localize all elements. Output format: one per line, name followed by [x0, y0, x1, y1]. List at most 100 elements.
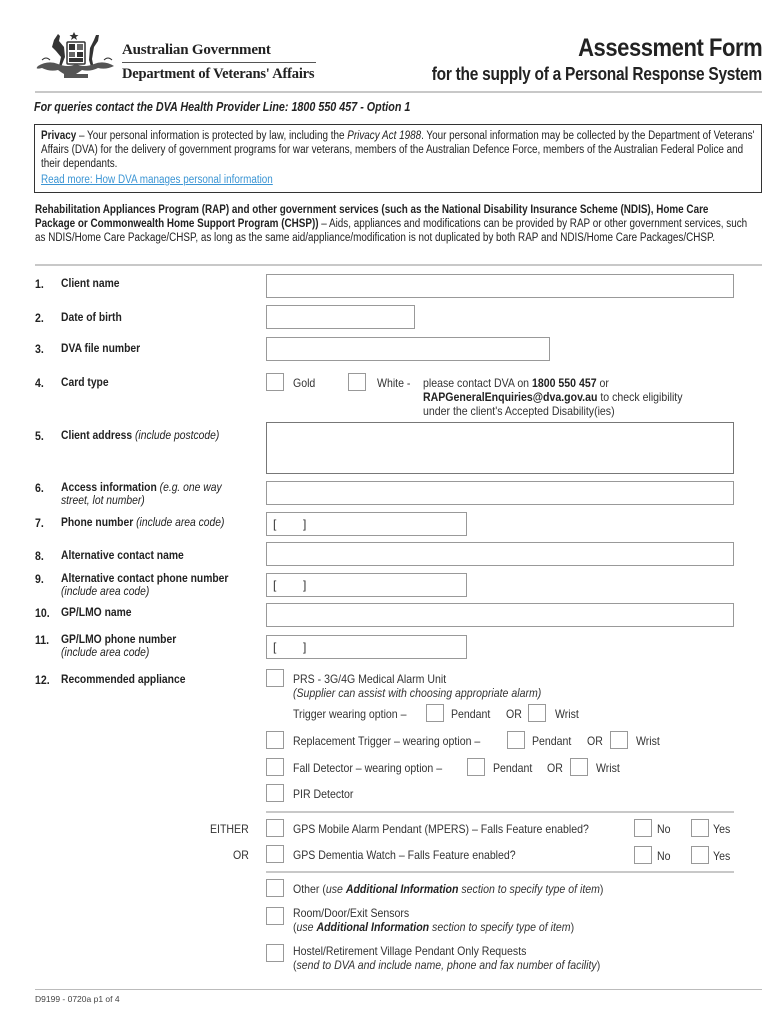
- rap-notice: Rehabilitation Appliances Program (RAP) …: [35, 203, 749, 245]
- q8-label: Alternative contact name: [61, 548, 184, 562]
- gps-watch-label: GPS Dementia Watch – Falls Feature enabl…: [293, 848, 516, 862]
- q9-label: Alternative contact phone number (include…: [61, 571, 229, 598]
- privacy-read-more-link[interactable]: Read more: How DVA manages personal info…: [41, 173, 273, 187]
- q1-label: Client name: [61, 276, 120, 290]
- privacy-notice: Privacy – Your personal information is p…: [34, 124, 762, 193]
- gps-watch-no-label: No: [657, 849, 671, 863]
- trigger-pendant-label: Pendant: [451, 707, 491, 721]
- q1-number: 1.: [35, 277, 44, 291]
- fall-detector-checkbox[interactable]: [266, 758, 284, 776]
- prs-alarm-unit-note: (Supplier can assist with choosing appro…: [293, 686, 542, 700]
- prs-alarm-unit-checkbox[interactable]: [266, 669, 284, 687]
- or-label: OR: [233, 848, 249, 862]
- hostel-pendant-label: Hostel/Retirement Village Pendant Only R…: [293, 944, 527, 958]
- card-white-note-email: RAPGeneralEnquiries@dva.gov.au to check …: [423, 390, 683, 404]
- replacement-pendant-checkbox[interactable]: [507, 731, 525, 749]
- gps-pendant-yes-checkbox[interactable]: [691, 819, 709, 837]
- q3-label: DVA file number: [61, 341, 141, 355]
- dva-file-number-field[interactable]: [266, 337, 550, 361]
- q4-number: 4.: [35, 376, 44, 390]
- phone-number-field[interactable]: [ ]: [266, 512, 467, 536]
- gp-lmo-name-field[interactable]: [266, 603, 734, 627]
- section-divider: [266, 871, 734, 873]
- gps-watch-no-checkbox[interactable]: [634, 846, 652, 864]
- privacy-heading: Privacy: [41, 130, 77, 142]
- q10-label: GP/LMO name: [61, 605, 132, 619]
- replacement-wrist-checkbox[interactable]: [610, 731, 628, 749]
- section-divider: [35, 264, 762, 266]
- fall-or-label: OR: [547, 761, 563, 775]
- card-white-note-disability: under the client's Accepted Disability(i…: [423, 404, 615, 418]
- replacement-or-label: OR: [587, 734, 603, 748]
- form-title: Assessment Form: [577, 34, 763, 62]
- q2-number: 2.: [35, 311, 44, 325]
- form-code-page-number: D9199 - 0720a p1 of 4: [35, 994, 120, 1004]
- replacement-pendant-label: Pendant: [532, 734, 572, 748]
- gps-pendant-yes-label: Yes: [713, 822, 731, 836]
- q6-label: Access information (e.g. one way street, …: [61, 480, 222, 507]
- government-name: Australian Government: [122, 42, 271, 58]
- trigger-wrist-checkbox[interactable]: [528, 704, 546, 722]
- gps-pendant-no-label: No: [657, 822, 671, 836]
- q6-number: 6.: [35, 481, 44, 495]
- coat-of-arms-icon: [36, 32, 114, 78]
- q12-label: Recommended appliance: [61, 672, 186, 686]
- q5-label: Client address (include postcode): [61, 428, 220, 442]
- other-label: Other (use Additional Information sectio…: [293, 882, 604, 896]
- prs-alarm-unit-label: PRS - 3G/4G Medical Alarm Unit: [293, 672, 447, 686]
- date-of-birth-field[interactable]: [266, 305, 415, 329]
- queries-contact-line: For queries contact the DVA Health Provi…: [34, 100, 411, 114]
- pir-detector-label: PIR Detector: [293, 787, 354, 801]
- sensors-label: Room/Door/Exit Sensors: [293, 906, 410, 920]
- hostel-pendant-note: (send to DVA and include name, phone and…: [293, 958, 601, 972]
- fall-detector-label: Fall Detector – wearing option –: [293, 761, 443, 775]
- gps-pendant-label: GPS Mobile Alarm Pendant (MPERS) – Falls…: [293, 822, 589, 836]
- fall-pendant-checkbox[interactable]: [467, 758, 485, 776]
- sensors-note: (use Additional Information section to s…: [293, 920, 575, 934]
- q9-number: 9.: [35, 572, 44, 586]
- fall-wrist-checkbox[interactable]: [570, 758, 588, 776]
- fall-pendant-label: Pendant: [493, 761, 533, 775]
- other-checkbox[interactable]: [266, 879, 284, 897]
- replacement-trigger-checkbox[interactable]: [266, 731, 284, 749]
- trigger-pendant-checkbox[interactable]: [426, 704, 444, 722]
- gps-watch-yes-checkbox[interactable]: [691, 846, 709, 864]
- trigger-wearing-label: Trigger wearing option –: [293, 707, 407, 721]
- alternative-contact-phone-field[interactable]: [ ]: [266, 573, 467, 597]
- gps-watch-checkbox[interactable]: [266, 845, 284, 863]
- card-gold-label: Gold: [293, 376, 316, 390]
- privacy-text: – Your personal information is protected…: [76, 130, 348, 142]
- q7-number: 7.: [35, 516, 44, 530]
- card-white-checkbox[interactable]: [348, 373, 366, 391]
- q3-number: 3.: [35, 342, 44, 356]
- q8-number: 8.: [35, 549, 44, 563]
- q5-number: 5.: [35, 429, 44, 443]
- form-subtitle: for the supply of a Personal Response Sy…: [431, 64, 762, 84]
- gps-pendant-checkbox[interactable]: [266, 819, 284, 837]
- hostel-pendant-checkbox[interactable]: [266, 944, 284, 962]
- client-name-field[interactable]: [266, 274, 734, 298]
- logo-divider: [122, 62, 316, 63]
- q11-label: GP/LMO phone number (include area code): [61, 632, 177, 659]
- card-gold-checkbox[interactable]: [266, 373, 284, 391]
- q12-number: 12.: [35, 673, 50, 687]
- alternative-contact-name-field[interactable]: [266, 542, 734, 566]
- client-address-field[interactable]: [266, 422, 734, 474]
- fall-wrist-label: Wrist: [596, 761, 620, 775]
- gp-lmo-phone-field[interactable]: [ ]: [266, 635, 467, 659]
- gps-pendant-no-checkbox[interactable]: [634, 819, 652, 837]
- area-code-brackets: [ ]: [273, 578, 307, 592]
- replacement-wrist-label: Wrist: [636, 734, 660, 748]
- department-name: Department of Veterans' Affairs: [122, 66, 315, 82]
- pir-detector-checkbox[interactable]: [266, 784, 284, 802]
- card-white-note: please contact DVA on 1800 550 457 or: [423, 376, 609, 390]
- trigger-or-label: OR: [506, 707, 522, 721]
- access-information-field[interactable]: [266, 481, 734, 505]
- q2-label: Date of birth: [61, 310, 122, 324]
- section-divider: [266, 811, 734, 813]
- card-white-label: White -: [377, 376, 411, 390]
- either-label: EITHER: [210, 822, 249, 836]
- sensors-checkbox[interactable]: [266, 907, 284, 925]
- gps-watch-yes-label: Yes: [713, 849, 731, 863]
- footer-divider: [35, 989, 762, 990]
